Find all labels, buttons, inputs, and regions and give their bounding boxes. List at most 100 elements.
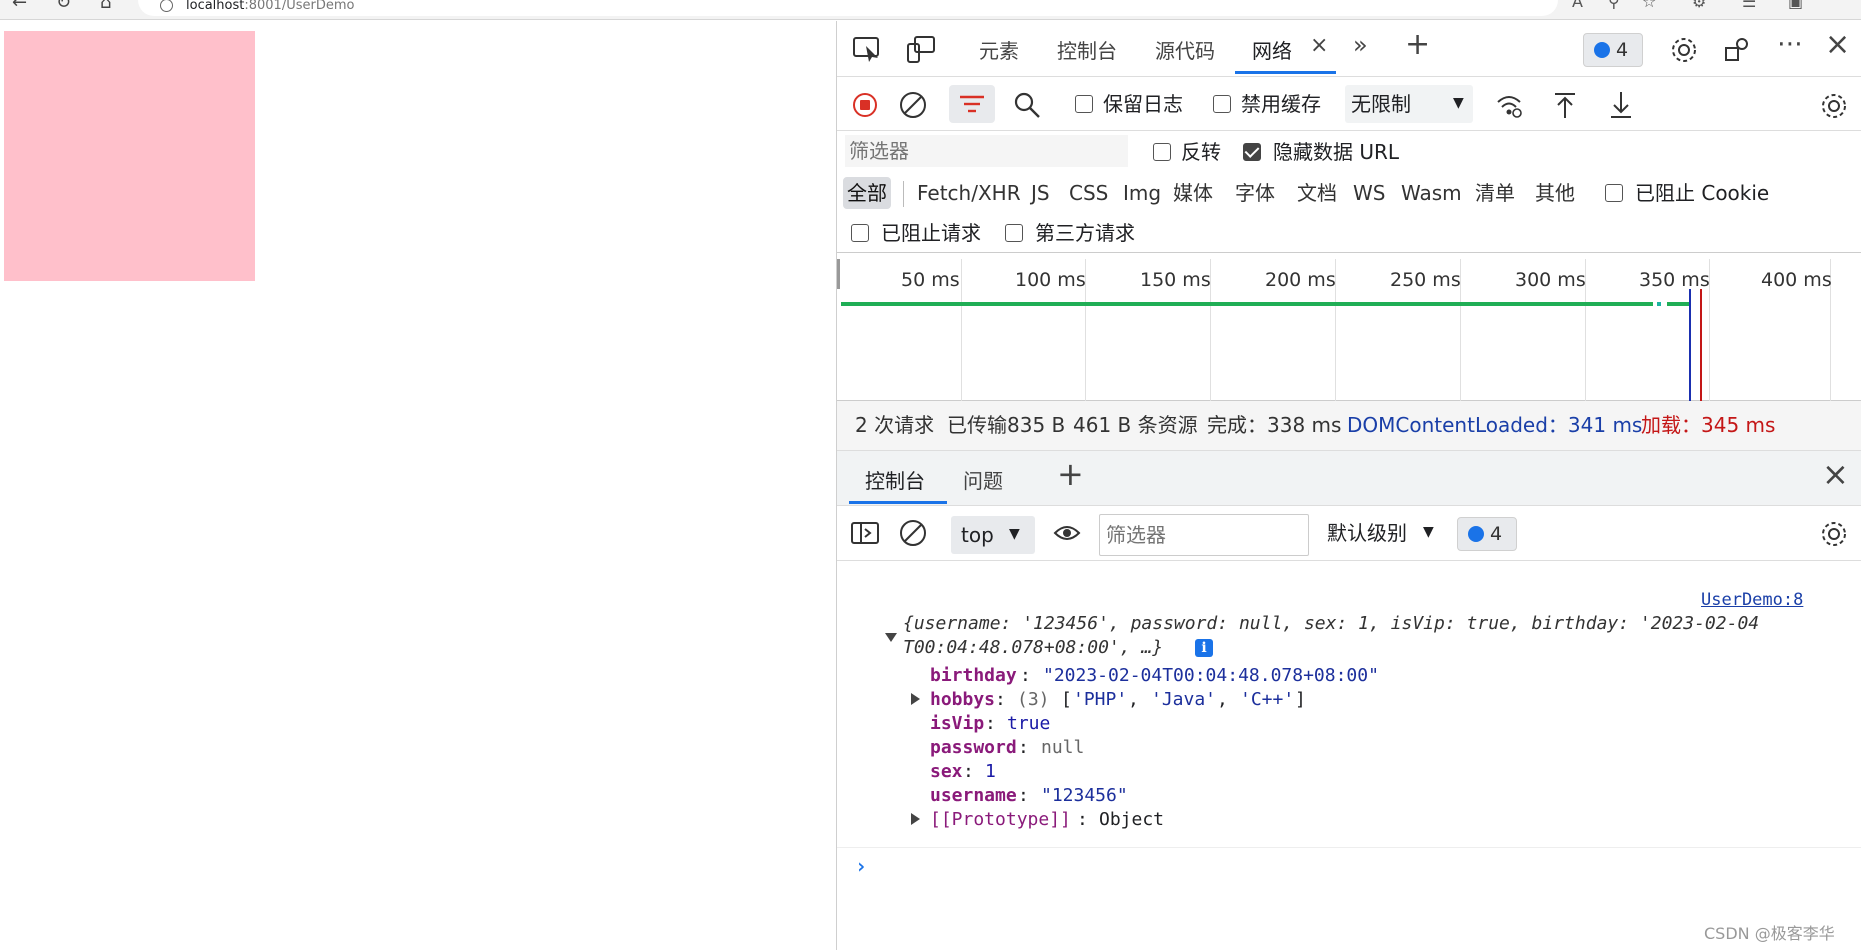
blocked-cookies-checkbox[interactable] [1605, 184, 1623, 202]
live-expression-icon[interactable] [1051, 517, 1083, 549]
type-fetch-xhr[interactable]: Fetch/XHR [917, 177, 1021, 209]
site-info-icon[interactable] [160, 0, 173, 12]
type-other[interactable]: 其他 [1535, 177, 1575, 209]
network-filter-input[interactable] [845, 135, 1128, 167]
clear-console-icon[interactable] [897, 517, 929, 549]
console-filter-input[interactable] [1099, 514, 1309, 556]
tab-network[interactable]: 网络 [1252, 35, 1292, 64]
refresh-icon[interactable]: ↻ [56, 0, 71, 12]
close-devtools-icon[interactable]: × [1825, 27, 1850, 62]
back-icon[interactable]: ← [12, 0, 27, 12]
hide-data-url-checkbox[interactable] [1243, 143, 1261, 161]
preserve-log-checkbox[interactable] [1075, 95, 1093, 113]
request-count: 2 次请求 [855, 413, 935, 437]
more-tabs-icon[interactable]: » [1353, 31, 1368, 59]
type-ws[interactable]: WS [1353, 177, 1385, 209]
tab-console[interactable]: 控制台 [1057, 35, 1117, 64]
log-source-link[interactable]: UserDemo:8 [1701, 589, 1803, 611]
close-tab-icon[interactable]: × [1310, 33, 1328, 58]
address-bar[interactable]: localhost:8001/UserDemo [138, 0, 1558, 16]
throttling-select[interactable]: 无限制 ▼ [1345, 85, 1473, 123]
browser-toolbar: ← ↻ ⌂ localhost:8001/UserDemo A ⚲ ☆ ⚙ ☰ … [0, 0, 1861, 20]
prop-value: "2023-02-04T00:04:48.078+08:00" [1043, 665, 1379, 686]
context-select[interactable]: top ▼ [951, 516, 1035, 554]
timeline-tick: 300 ms [1515, 269, 1586, 291]
type-media[interactable]: 媒体 [1173, 177, 1213, 209]
type-font[interactable]: 字体 [1235, 177, 1275, 209]
console-messages-count: 4 [1490, 523, 1503, 545]
add-tab-icon[interactable]: + [1405, 27, 1430, 62]
network-conditions-icon[interactable] [1493, 89, 1525, 121]
tab-sources[interactable]: 源代码 [1155, 35, 1215, 64]
console-output: UserDemo:8 {username: '123456', password… [837, 561, 1861, 941]
invert-label: 反转 [1181, 140, 1221, 164]
drawer-tabbar: 控制台 问题 + × [837, 451, 1861, 506]
type-wasm[interactable]: Wasm [1401, 177, 1462, 209]
record-icon[interactable] [853, 93, 877, 117]
network-settings-icon[interactable] [1817, 89, 1851, 123]
prop-value: "123456" [1041, 785, 1128, 806]
device-toolbar-icon[interactable] [905, 33, 937, 65]
object-summary-line[interactable]: T00:04:48.078+08:00', …} [903, 637, 1163, 659]
tab-elements[interactable]: 元素 [979, 35, 1019, 64]
drawer-tab-console[interactable]: 控制台 [865, 465, 925, 494]
array-item: 'Java' [1151, 689, 1217, 710]
search-icon[interactable] [1011, 89, 1043, 121]
type-css[interactable]: CSS [1069, 177, 1108, 209]
blocked-requests-checkbox[interactable] [851, 224, 869, 242]
blocked-requests-label: 已阻止请求 [881, 221, 981, 245]
more-options-icon[interactable]: ⋯ [1777, 29, 1803, 59]
third-party-checkbox[interactable] [1005, 224, 1023, 242]
type-all[interactable]: 全部 [843, 177, 891, 209]
inspect-icon[interactable] [851, 35, 883, 63]
drawer-tab-issues[interactable]: 问题 [963, 465, 1003, 494]
issues-badge[interactable]: 4 [1583, 33, 1643, 67]
array-length: (3) [1017, 689, 1050, 710]
settings-icon[interactable] [1667, 33, 1701, 67]
customize-icon[interactable] [1721, 33, 1755, 67]
object-summary-line[interactable]: {username: '123456', password: null, sex… [903, 613, 1759, 635]
import-har-icon[interactable] [1549, 89, 1581, 121]
request-filter-row: 已阻止请求 第三方请求 [837, 213, 1861, 253]
type-js[interactable]: JS [1031, 177, 1050, 209]
collapse-arrow-icon[interactable] [885, 633, 897, 642]
favorites-icon[interactable]: ☰ [1742, 0, 1756, 11]
drawer-add-tab-icon[interactable]: + [1057, 455, 1084, 493]
throttling-value: 无限制 [1351, 92, 1411, 116]
disable-cache-checkbox[interactable] [1213, 95, 1231, 113]
console-settings-icon[interactable] [1817, 517, 1851, 551]
array-item: 'C++' [1240, 689, 1295, 710]
expand-arrow-icon[interactable] [911, 813, 920, 825]
invert-checkbox[interactable] [1153, 143, 1171, 161]
prop-key[interactable]: hobbys [930, 689, 995, 711]
zoom-icon[interactable]: ⚲ [1608, 0, 1620, 11]
prop-key: username [930, 785, 1017, 806]
info-icon[interactable]: i [1195, 639, 1213, 657]
console-messages-badge[interactable]: 4 [1457, 517, 1517, 551]
export-har-icon[interactable] [1605, 89, 1637, 121]
collections-icon[interactable]: ▣ [1788, 0, 1803, 11]
timeline-tick: 100 ms [1015, 269, 1086, 291]
network-timeline[interactable]: 50 ms 100 ms 150 ms 200 ms 250 ms 300 ms… [837, 259, 1861, 401]
sidebar-toggle-icon[interactable] [849, 517, 881, 549]
home-icon[interactable]: ⌂ [100, 0, 111, 12]
chevron-down-icon[interactable]: ▼ [1423, 520, 1434, 544]
prop-key[interactable]: [[Prototype]] [930, 809, 1071, 831]
timeline-tick: 400 ms [1761, 269, 1832, 291]
drawer-close-icon[interactable]: × [1822, 455, 1849, 493]
favorite-icon[interactable]: ☆ [1642, 0, 1656, 11]
watermark: CSDN @极客李华 [1704, 924, 1835, 943]
log-level-select[interactable]: 默认级别 [1327, 521, 1407, 545]
type-manifest[interactable]: 清单 [1475, 177, 1515, 209]
console-prompt-icon[interactable]: › [855, 855, 867, 877]
expand-arrow-icon[interactable] [911, 693, 920, 705]
filter-toggle-button[interactable] [949, 85, 995, 123]
read-aloud-icon[interactable]: A [1572, 0, 1583, 11]
clear-icon[interactable] [897, 89, 929, 121]
type-doc[interactable]: 文档 [1297, 177, 1337, 209]
prop-value: 1 [985, 761, 996, 782]
prop-key: isVip [930, 713, 985, 734]
type-img[interactable]: Img [1123, 177, 1161, 209]
extensions-icon[interactable]: ⚙ [1692, 0, 1706, 11]
pink-box [4, 31, 255, 281]
